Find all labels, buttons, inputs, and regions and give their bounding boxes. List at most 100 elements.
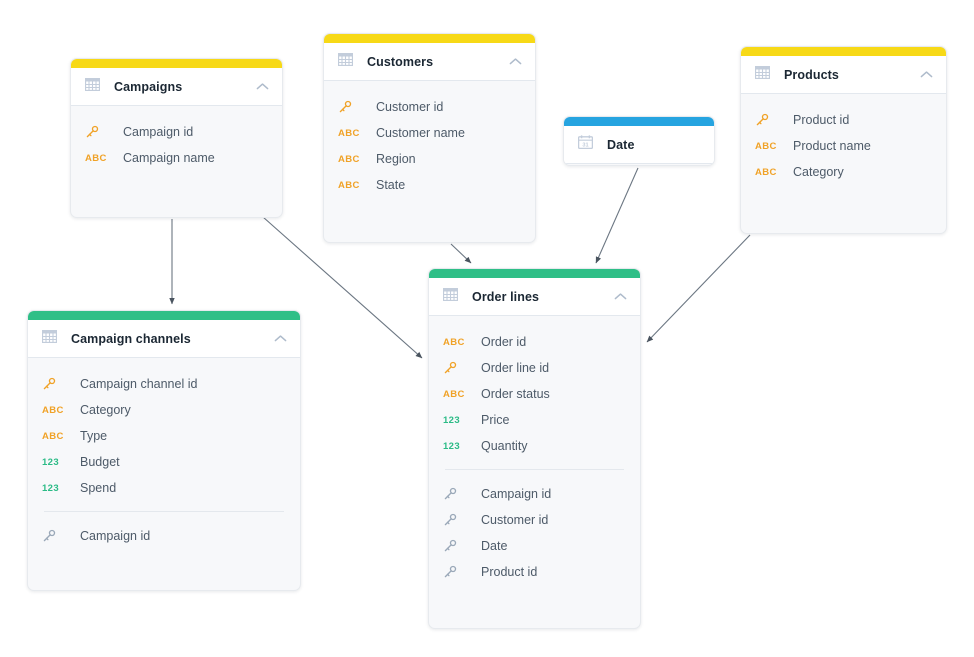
table-icon (41, 329, 58, 348)
abc-icon: ABC (42, 405, 72, 416)
abc-icon: ABC (755, 167, 785, 178)
table-accent-bar (324, 34, 535, 43)
field-type-label: 123 (443, 414, 461, 426)
svg-text:31: 31 (582, 142, 588, 148)
field-row[interactable]: Campaign id (429, 481, 640, 507)
table-accent-bar (71, 59, 282, 68)
table-fields: Customer id ABC Customer name ABC Region ABC S… (324, 81, 535, 212)
field-row[interactable]: ABC Order status (429, 381, 640, 407)
chevron-up-icon[interactable] (614, 288, 627, 306)
field-row[interactable]: ABC Product name (741, 133, 946, 159)
123-icon: 123 (443, 415, 473, 426)
field-row[interactable]: Order line id (429, 355, 640, 381)
field-label: Type (80, 429, 108, 443)
table-icon (337, 52, 354, 71)
table-icon (754, 65, 771, 84)
table-icon (442, 287, 459, 306)
table-card-date[interactable]: 31 Date (563, 116, 715, 166)
field-row[interactable]: Customer id (429, 507, 640, 533)
table-name: Products (784, 67, 839, 82)
chevron-up-icon[interactable] (256, 78, 269, 96)
field-label: Product name (793, 139, 871, 153)
field-label: Customer id (481, 513, 549, 527)
er-diagram-canvas[interactable]: Campaigns Campaign id ABC Campaign name Cust… (0, 0, 974, 657)
key-icon (755, 113, 785, 127)
relationship-customers-to-order-lines[interactable] (450, 243, 472, 264)
field-label: Campaign id (123, 125, 194, 139)
field-row[interactable]: 123 Spend (28, 475, 300, 501)
table-card-products[interactable]: Products Product id ABC Product name ABC Cate… (740, 46, 947, 234)
field-row[interactable]: ABC Category (28, 397, 300, 423)
field-row[interactable]: 123 Quantity (429, 433, 640, 459)
123-icon: 123 (42, 457, 72, 468)
table-accent-bar (28, 311, 300, 320)
table-header[interactable]: Campaigns (71, 68, 282, 106)
table-header[interactable]: 31 Date (564, 126, 714, 164)
chevron-up-icon[interactable] (509, 53, 522, 71)
field-type-label: ABC (443, 336, 465, 348)
table-card-campaigns[interactable]: Campaigns Campaign id ABC Campaign name (70, 58, 283, 218)
field-row[interactable]: Campaign channel id (28, 371, 300, 397)
table-fields: ABC Order id Order line id ABC Order status 1… (429, 316, 640, 599)
calendar-icon: 31 (577, 135, 594, 154)
field-type-label: ABC (338, 179, 360, 191)
field-row[interactable]: ABC Customer name (324, 120, 535, 146)
field-row[interactable]: 123 Price (429, 407, 640, 433)
field-row[interactable]: ABC Order id (429, 329, 640, 355)
table-card-customers[interactable]: Customers Customer id ABC Customer name ABC R… (323, 33, 536, 243)
field-label: Product id (481, 565, 538, 579)
table-icon (84, 77, 101, 96)
table-card-order-lines[interactable]: Order lines ABC Order id Order line id ABC Or… (428, 268, 641, 629)
field-type-label: ABC (338, 153, 360, 165)
field-row[interactable]: ABC State (324, 172, 535, 198)
table-header[interactable]: Order lines (429, 278, 640, 316)
field-type-label: ABC (42, 430, 64, 442)
field-type-label: 123 (42, 456, 60, 468)
field-row[interactable]: Date (429, 533, 640, 559)
table-accent-bar (741, 47, 946, 56)
table-name: Date (607, 137, 635, 152)
table-header[interactable]: Campaign channels (28, 320, 300, 358)
field-type-label: 123 (443, 440, 461, 452)
field-row[interactable]: Product id (741, 107, 946, 133)
table-header[interactable]: Products (741, 56, 946, 94)
table-accent-bar (564, 117, 714, 126)
field-label: Customer id (376, 100, 444, 114)
chevron-up-icon[interactable] (920, 66, 933, 84)
field-row[interactable]: 123 Budget (28, 449, 300, 475)
abc-icon: ABC (42, 431, 72, 442)
chevron-up-icon[interactable] (274, 330, 287, 348)
field-row[interactable]: ABC Region (324, 146, 535, 172)
field-row[interactable]: Campaign id (28, 523, 300, 549)
key-icon (85, 125, 115, 139)
table-header[interactable]: Customers (324, 43, 535, 81)
field-row[interactable]: ABC Campaign name (71, 145, 282, 171)
abc-icon: ABC (338, 180, 368, 191)
field-row[interactable]: Product id (429, 559, 640, 585)
field-row[interactable]: Customer id (324, 94, 535, 120)
table-name: Customers (367, 54, 434, 69)
table-fields: Product id ABC Product name ABC Category (741, 94, 946, 199)
field-label: Region (376, 152, 416, 166)
table-name: Campaign channels (71, 331, 191, 346)
foreign-key-divider (44, 511, 284, 512)
field-label: Order id (481, 335, 527, 349)
abc-icon: ABC (338, 154, 368, 165)
field-label: Campaign id (481, 487, 552, 501)
abc-icon: ABC (338, 128, 368, 139)
key-icon (443, 513, 473, 527)
field-label: Spend (80, 481, 117, 495)
field-label: Campaign id (80, 529, 151, 543)
table-fields: Campaign channel id ABC Category ABC Type 123… (28, 358, 300, 563)
field-row[interactable]: Campaign id (71, 119, 282, 145)
field-row[interactable]: ABC Category (741, 159, 946, 185)
field-label: Price (481, 413, 510, 427)
relationship-date-to-order-lines[interactable] (595, 167, 639, 264)
table-card-campaign-channels[interactable]: Campaign channels Campaign channel id ABC C… (27, 310, 301, 591)
field-label: State (376, 178, 406, 192)
relationship-products-to-order-lines[interactable] (646, 234, 751, 343)
field-label: Category (80, 403, 131, 417)
field-label: Campaign name (123, 151, 215, 165)
field-row[interactable]: ABC Type (28, 423, 300, 449)
field-type-label: ABC (755, 140, 777, 152)
